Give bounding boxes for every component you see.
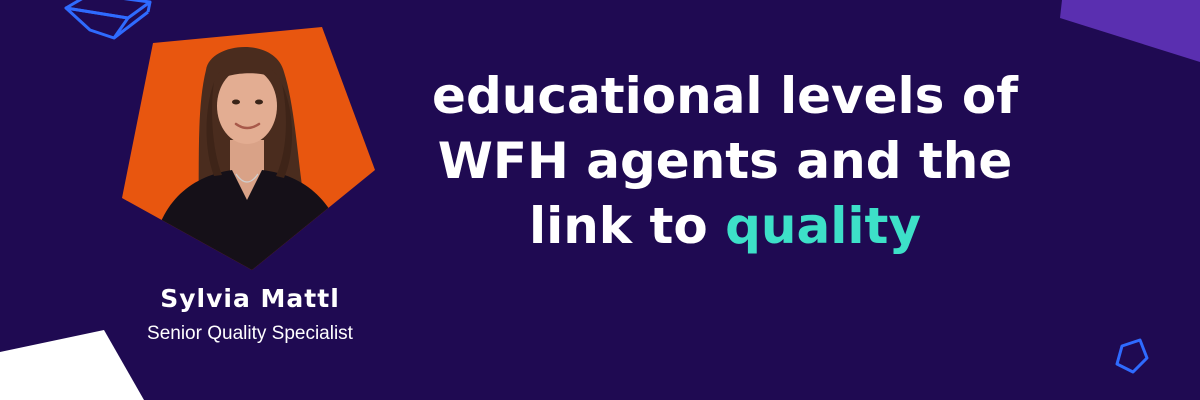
headline-line-2: WFH agents and the xyxy=(437,132,1013,190)
headline-line-3-text: link to xyxy=(528,197,726,255)
corner-shape-top-right xyxy=(1060,0,1200,62)
headline-accent-word: quality xyxy=(725,197,922,255)
cube-outline-icon xyxy=(64,0,152,40)
speaker-name: Sylvia Mattl xyxy=(160,284,340,313)
headline-line-1: educational levels of xyxy=(432,67,1018,125)
pentagon-outline-icon xyxy=(1115,338,1149,374)
headline-line-3: link to quality xyxy=(420,194,1030,259)
banner: educational levels of WFH agents and the… xyxy=(0,0,1200,400)
speaker-portrait xyxy=(122,27,375,270)
headline: educational levels of WFH agents and the… xyxy=(420,64,1030,259)
speaker-title: Senior Quality Specialist xyxy=(147,323,353,344)
